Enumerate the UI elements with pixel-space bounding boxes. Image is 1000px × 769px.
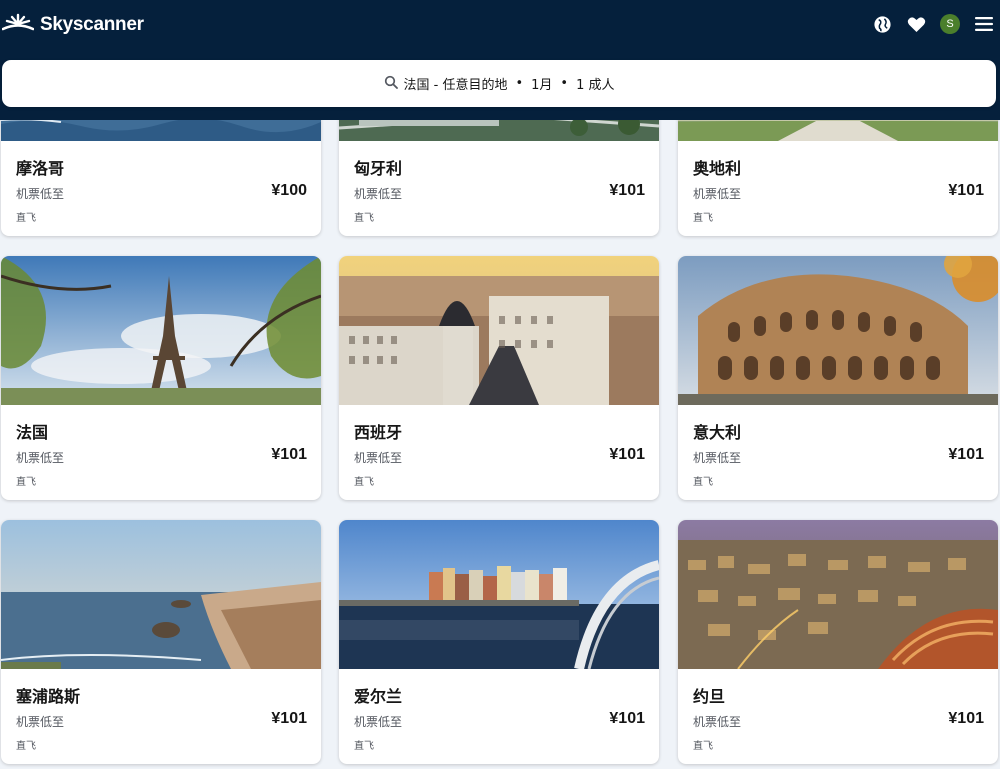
search-icon	[384, 75, 398, 93]
destination-name: 匈牙利	[354, 159, 403, 178]
destination-card[interactable]: 爱尔兰 机票低至 ¥101 直飞	[339, 520, 659, 764]
price-caption: 机票低至	[354, 187, 403, 201]
destination-name: 意大利	[693, 423, 742, 442]
direct-flight-label: 直飞	[693, 741, 713, 752]
brand-name: Skyscanner	[40, 14, 144, 35]
destination-price: ¥101	[948, 710, 984, 727]
separator-dot: •	[560, 76, 569, 91]
destination-image	[339, 256, 659, 405]
destination-price: ¥101	[271, 446, 307, 463]
destination-price: ¥101	[948, 182, 984, 199]
destination-price: ¥101	[609, 182, 645, 199]
price-caption: 机票低至	[354, 715, 403, 729]
destination-card[interactable]: 法国 机票低至 ¥101 直飞	[1, 256, 321, 500]
direct-flight-label: 直飞	[16, 477, 36, 488]
destination-name: 塞浦路斯	[16, 687, 81, 706]
destination-card[interactable]: 约旦 机票低至 ¥101 直飞	[678, 520, 998, 764]
separator-dot: •	[515, 76, 524, 91]
destination-name: 奥地利	[693, 159, 742, 178]
search-travellers: 1 成人	[576, 78, 615, 93]
direct-flight-label: 直飞	[354, 213, 374, 224]
destination-name: 摩洛哥	[16, 159, 65, 178]
direct-flight-label: 直飞	[354, 477, 374, 488]
destination-card[interactable]: 西班牙 机票低至 ¥101 直飞	[339, 256, 659, 500]
search-month: 1月	[531, 78, 553, 93]
price-caption: 机票低至	[16, 715, 65, 729]
destination-name: 约旦	[693, 687, 726, 706]
search-route: 法国 - 任意目的地	[403, 78, 508, 93]
destination-card[interactable]: 塞浦路斯 机票低至 ¥101 直飞	[1, 520, 321, 764]
header-actions: S	[872, 13, 994, 35]
direct-flight-label: 直飞	[693, 477, 713, 488]
direct-flight-label: 直飞	[354, 741, 374, 752]
destination-image	[1, 520, 321, 669]
search-summary-bar[interactable]: 法国 - 任意目的地 • 1月 • 1 成人	[2, 60, 996, 107]
direct-flight-label: 直飞	[16, 213, 36, 224]
top-header: Skyscanner S 法国 - 任意目的地 • 1月 • 1 成人	[0, 0, 1000, 120]
skyscanner-logo[interactable]: Skyscanner	[1, 11, 144, 39]
price-caption: 机票低至	[693, 187, 742, 201]
destination-name: 爱尔兰	[354, 687, 403, 706]
destination-image	[678, 256, 998, 405]
menu-icon[interactable]	[974, 14, 994, 34]
price-caption: 机票低至	[354, 451, 403, 465]
heart-icon[interactable]	[906, 14, 926, 34]
destination-price: ¥101	[948, 446, 984, 463]
destination-image	[339, 520, 659, 669]
avatar[interactable]: S	[940, 14, 960, 34]
direct-flight-label: 直飞	[16, 741, 36, 752]
direct-flight-label: 直飞	[693, 213, 713, 224]
price-caption: 机票低至	[16, 451, 65, 465]
globe-icon[interactable]	[872, 14, 892, 34]
destination-price: ¥101	[271, 710, 307, 727]
destination-price: ¥100	[271, 182, 307, 199]
price-caption: 机票低至	[693, 715, 742, 729]
price-caption: 机票低至	[16, 187, 65, 201]
destination-name: 西班牙	[354, 423, 403, 442]
destination-image	[678, 520, 998, 669]
destination-price: ¥101	[609, 710, 645, 727]
price-caption: 机票低至	[693, 451, 742, 465]
destination-name: 法国	[16, 423, 49, 442]
destination-price: ¥101	[609, 446, 645, 463]
destination-card[interactable]: 意大利 机票低至 ¥101 直飞	[678, 256, 998, 500]
destination-image	[1, 256, 321, 405]
sunburst-logo-icon	[1, 13, 35, 37]
